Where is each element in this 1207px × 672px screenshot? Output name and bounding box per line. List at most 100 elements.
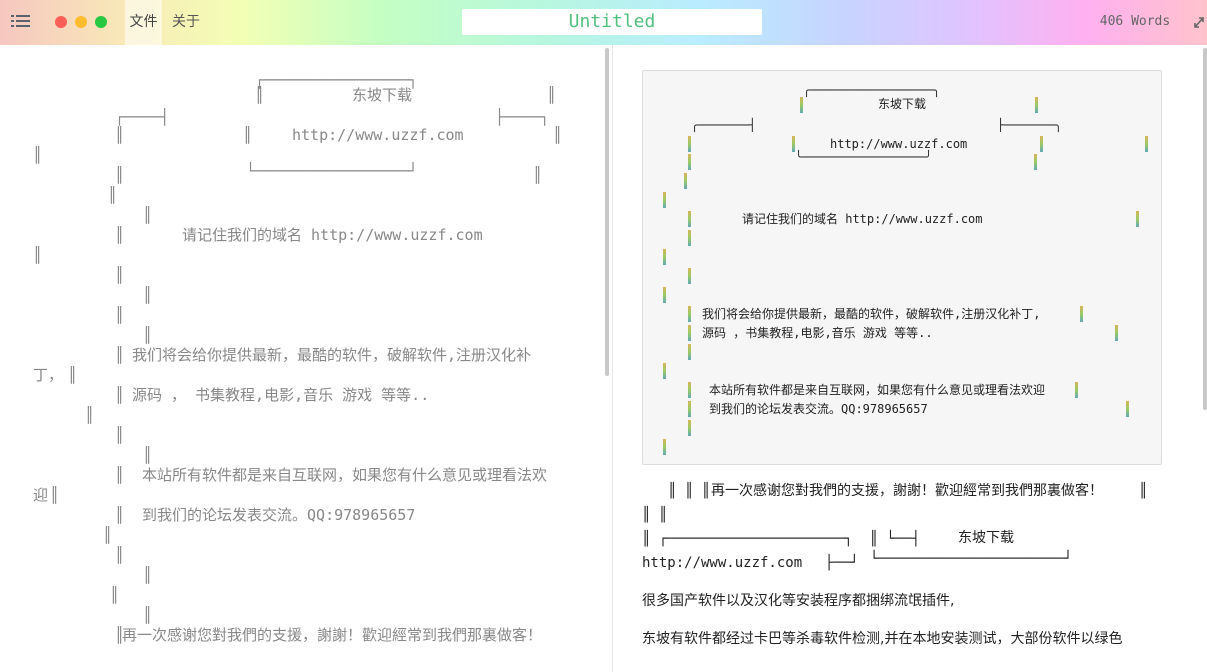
box-bar xyxy=(663,439,666,455)
box-art: ║ xyxy=(115,126,125,144)
box-bar xyxy=(1126,401,1129,417)
box-art: ║ xyxy=(143,286,153,304)
window-close-button[interactable] xyxy=(55,16,67,28)
preview-pane: ╭─────────────────╮ 东坡下载 ╭───────┤ ├────… xyxy=(613,45,1207,672)
box-bar xyxy=(688,211,691,227)
box-bar xyxy=(1115,325,1118,341)
title-bar: 文件 关于 Untitled 406 Words xyxy=(0,0,1207,45)
box-art: ║ xyxy=(33,146,43,164)
word-count: 406 Words xyxy=(1099,14,1171,29)
box-art: ║ xyxy=(115,166,125,184)
box-bar xyxy=(688,344,691,360)
preview-paragraph: 很多国产软件以及汉化等安装程序都捆绑流氓插件, xyxy=(642,593,955,609)
menu-file[interactable]: 文件 xyxy=(125,0,162,45)
box-art: ║ xyxy=(110,586,120,604)
box-art: ║ xyxy=(33,246,43,264)
preview-scrollbar[interactable] xyxy=(1203,48,1207,410)
box-art: ║ xyxy=(533,166,543,184)
box-bar xyxy=(1145,136,1148,152)
preview-code-all-software: 本站所有软件都是来自互联网，如果您有什么意见或理看法欢迎 xyxy=(709,383,1046,397)
box-art: ║ xyxy=(115,266,125,284)
code-block: ╭─────────────────╮ 东坡下载 ╭───────┤ ├────… xyxy=(642,70,1162,465)
box-bar xyxy=(1075,382,1078,398)
box-art: ║ xyxy=(115,386,125,404)
box-art: ║ xyxy=(115,506,125,524)
box-art: ║ ║ ║ xyxy=(668,483,711,499)
box-art: ║ xyxy=(255,86,265,104)
menu-list-icon[interactable] xyxy=(11,14,31,30)
box-art: ║ xyxy=(68,366,78,384)
box-bar xyxy=(688,154,691,170)
preview-paragraph: 东坡有软件都经过卡巴等杀毒软件检测,并在本地安装测试，大部份软件以绿色 xyxy=(642,631,1123,647)
box-bar xyxy=(663,192,666,208)
box-art: ║ xyxy=(143,446,153,464)
editor-scrollbar[interactable] xyxy=(605,48,609,376)
box-art: ║ xyxy=(143,606,153,624)
box-art: ║ xyxy=(1139,483,1148,499)
box-bar xyxy=(1080,306,1083,322)
menu-about[interactable]: 关于 xyxy=(166,0,206,45)
editor-line-provide-cont: 丁， xyxy=(33,366,64,384)
box-art: ║ xyxy=(115,426,125,444)
box-art: ║ xyxy=(115,226,125,244)
box-art: ║ xyxy=(108,186,118,204)
box-art: ║ xyxy=(115,546,125,564)
box-art: ║ ┌─────────────────────┐ ║ └──┤ xyxy=(642,531,921,547)
editor-line-remember: 请记住我们的域名 http://www.uzzf.com xyxy=(182,226,483,244)
box-bar xyxy=(663,363,666,379)
preview-thanks: 再一次感谢您對我們的支援，謝謝！歡迎經常到我們那裏做客！ xyxy=(711,483,1103,499)
box-art: ║ xyxy=(553,126,563,144)
preview-code-site-name: 东坡下载 xyxy=(878,97,927,111)
box-bar xyxy=(1034,154,1037,170)
editor-line-source-code: 源码 ， 书集教程,电影,音乐 游戏 等等.. xyxy=(132,386,430,404)
preview-code-remember: 请记住我们的域名 http://www.uzzf.com xyxy=(742,212,983,226)
box-bar xyxy=(800,97,803,113)
document-title[interactable]: Untitled xyxy=(462,9,762,35)
box-bar xyxy=(663,287,666,303)
box-art: ║ xyxy=(143,566,153,584)
box-bar xyxy=(688,306,691,322)
editor-line-provide: 我们将会给你提供最新，最酷的软件，破解软件,注册汉化补 xyxy=(132,346,532,364)
editor-pane[interactable]: ┌────────────────┐ ║ 东坡下载 ║ ┌────┤ ├────… xyxy=(0,45,606,672)
box-bar xyxy=(688,136,691,152)
window-maximize-button[interactable] xyxy=(95,16,107,28)
preview-code-provide: 我们将会给你提供最新，最酷的软件，破解软件,注册汉化补丁, xyxy=(702,307,1041,321)
editor-line-url: http://www.uzzf.com xyxy=(292,126,464,144)
box-bar xyxy=(688,401,691,417)
box-art: ║ xyxy=(115,346,125,364)
expand-icon[interactable] xyxy=(1192,14,1206,30)
box-bar xyxy=(688,382,691,398)
box-art: ├──┘ xyxy=(825,555,859,571)
box-art: ├────┐ xyxy=(495,108,550,126)
box-art: ╭───────┤ xyxy=(691,118,757,132)
box-bar xyxy=(1136,211,1139,227)
preview-site-name: 东坡下载 xyxy=(958,530,1014,546)
window-minimize-button[interactable] xyxy=(75,16,87,28)
box-art: └──────────────────────┘ xyxy=(870,551,1073,567)
editor-line-all-software-cont: 迎 xyxy=(33,486,49,504)
preview-code-source-code: 源码 ，书集教程,电影,音乐 游戏 等等.. xyxy=(702,326,933,340)
editor-line-site-name: 东坡下载 xyxy=(352,86,413,104)
box-bar xyxy=(663,249,666,265)
box-bar xyxy=(1040,136,1043,152)
box-bar xyxy=(688,325,691,341)
box-art: ║ xyxy=(50,486,60,504)
box-art: ║ xyxy=(143,326,153,344)
box-bar xyxy=(688,420,691,436)
box-art: ║ xyxy=(243,126,253,144)
box-art: ║ xyxy=(85,406,95,424)
box-art: ║ xyxy=(115,306,125,324)
box-art: ║ ║ xyxy=(642,507,668,523)
box-art: ║ xyxy=(143,206,153,224)
box-art: ║ xyxy=(547,86,557,104)
box-art: ║ xyxy=(103,526,113,544)
box-bar xyxy=(688,230,691,246)
box-art: ║ xyxy=(115,466,125,484)
box-bar xyxy=(688,268,691,284)
box-bar xyxy=(684,173,687,189)
editor-line-all-software: 本站所有软件都是来自互联网，如果您有什么意见或理看法欢 xyxy=(142,466,548,484)
box-art: ├───────╮ xyxy=(997,118,1063,132)
preview-url: http://www.uzzf.com xyxy=(642,555,803,571)
box-art: └─────────────────┘ xyxy=(246,162,418,180)
box-art: ╰─────────────────╯ xyxy=(795,150,933,164)
